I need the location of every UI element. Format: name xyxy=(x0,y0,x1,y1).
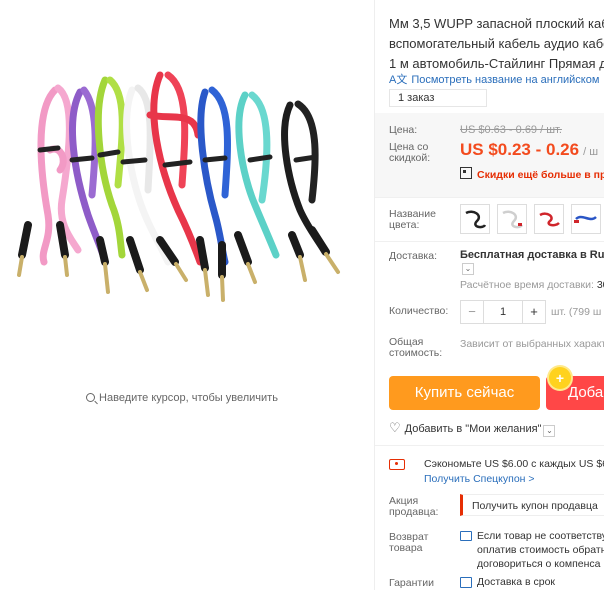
quantity-stepper: − 1 + xyxy=(460,300,546,324)
title-line: вспомогательный кабель аудио кабе xyxy=(389,36,604,51)
buy-now-button[interactable]: Купить сейчас xyxy=(389,376,540,410)
zoom-hint-text: Наведите курсор, чтобы увеличить xyxy=(99,392,278,404)
total-label-2: стоимость: xyxy=(389,347,443,359)
sale-price-value: US $0.23 - 0.26 xyxy=(460,140,580,159)
return-policy-text: Если товар не соответству оплатив стоимо… xyxy=(477,529,604,571)
coupon-icon xyxy=(389,459,405,470)
return-line: оплатив стоимость обратн xyxy=(477,544,604,556)
special-coupon-link[interactable]: Получить Спецкупон > xyxy=(424,473,535,485)
saving-text: Сэкономьте US $6.00 с каждых US $65 xyxy=(424,458,604,470)
divider xyxy=(375,241,604,242)
discount-label-2: скидкой: xyxy=(389,152,431,164)
price-label: Цена: xyxy=(389,124,418,136)
old-price: US $0.63 - 0.69 / шт. xyxy=(460,124,562,136)
shipping-time: Расчётное время доставки: 30 xyxy=(460,279,604,291)
shipping-time-label: Расчётное время доставки: xyxy=(460,279,594,291)
guarantee-icon xyxy=(460,577,472,588)
get-seller-coupon-button[interactable]: Получить купон продавца xyxy=(460,494,604,516)
shipping-label: Доставка: xyxy=(389,250,438,262)
zoom-hint: Наведите курсор, чтобы увеличить xyxy=(0,392,364,404)
color-label-2: цвета: xyxy=(389,219,420,231)
color-swatch-red[interactable] xyxy=(534,204,564,234)
app-promo-text[interactable]: Скидки ещё больше в при xyxy=(477,169,604,181)
return-line: Если товар не соответству xyxy=(477,530,604,542)
guarantee-value: Доставка в срок xyxy=(477,576,556,588)
magnifier-icon xyxy=(86,393,96,402)
heart-icon: ♡ xyxy=(389,420,401,435)
sale-price: US $0.23 - 0.26/ ш xyxy=(460,140,598,160)
return-line: договориться о компенса xyxy=(477,558,601,570)
quantity-label: Количество: xyxy=(389,305,449,317)
quantity-available: шт. (799 ш xyxy=(551,306,602,318)
quantity-decrease-button[interactable]: − xyxy=(461,301,484,323)
shipping-dropdown-icon[interactable]: ⌄ xyxy=(462,263,474,275)
quantity-input[interactable]: 1 xyxy=(484,301,522,323)
price-unit: / ш xyxy=(583,146,599,158)
product-image[interactable] xyxy=(0,0,374,390)
shipping-time-value: 30 xyxy=(596,279,604,291)
cables-photo xyxy=(17,71,340,302)
divider xyxy=(375,197,604,198)
wishlist-link[interactable]: ♡ Добавить в "Мои желания" ⌄ xyxy=(389,420,556,437)
orders-badge: 1 заказ xyxy=(389,89,487,107)
return-label-2: товара xyxy=(389,542,423,554)
chevron-down-icon[interactable]: ⌄ xyxy=(543,425,556,437)
product-title: Мм 3,5 WUPP запасной плоский кабе вспомо… xyxy=(389,14,604,74)
color-swatch-white[interactable] xyxy=(497,204,527,234)
translate-link-text[interactable]: Посмотреть название на английском xyxy=(411,74,599,86)
wishlist-text[interactable]: Добавить в "Мои желания" xyxy=(405,423,542,435)
translate-link[interactable]: A文 Посмотреть название на английском xyxy=(389,71,599,87)
divider xyxy=(374,0,375,590)
qr-code-icon xyxy=(460,167,472,179)
guarantee-label: Гарантии xyxy=(389,577,434,589)
seller-promo-label-2: продавца: xyxy=(389,506,439,518)
title-line: Мм 3,5 WUPP запасной плоский кабе xyxy=(389,16,604,31)
total-value: Зависит от выбранных характ xyxy=(460,338,604,350)
shipping-value: Бесплатная доставка в Russ xyxy=(460,249,604,261)
divider xyxy=(375,445,604,446)
translate-icon: A文 xyxy=(389,74,408,86)
app-promo[interactable]: Скидки ещё больше в при xyxy=(460,167,604,181)
color-swatch-black[interactable] xyxy=(460,204,490,234)
return-icon xyxy=(460,531,472,541)
quantity-increase-button[interactable]: + xyxy=(522,301,545,323)
color-swatch-blue[interactable] xyxy=(571,204,601,234)
coin-icon: + xyxy=(549,367,571,389)
